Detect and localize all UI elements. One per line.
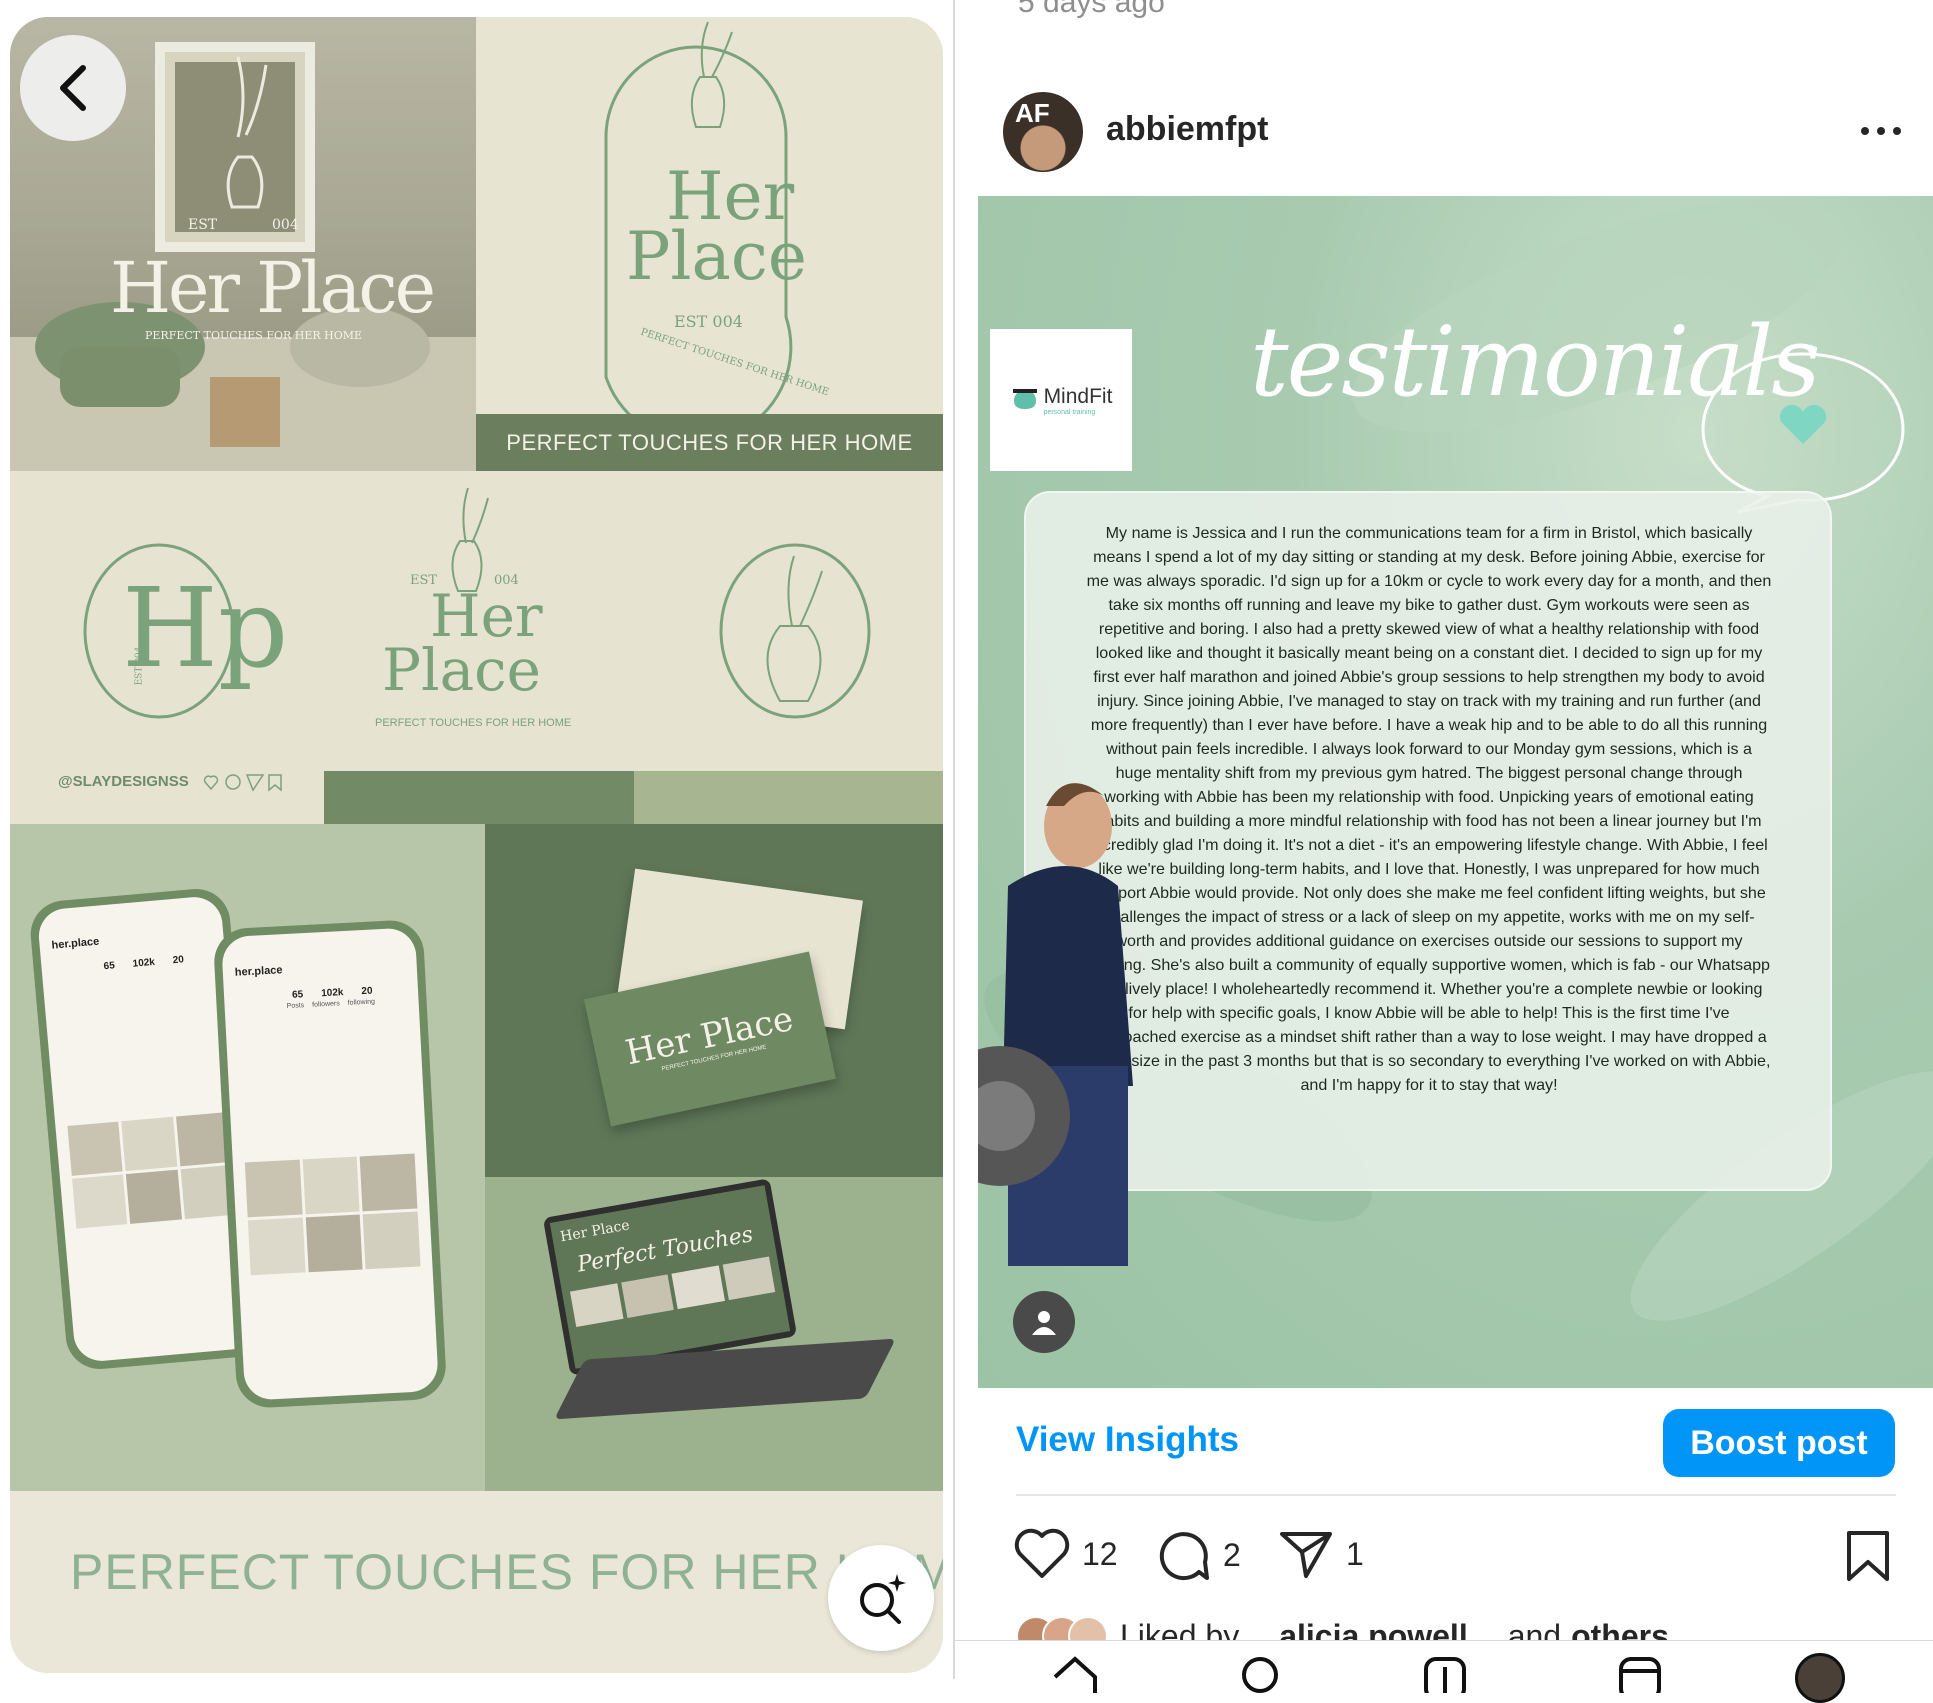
social-icons-row bbox=[203, 774, 282, 792]
send-icon[interactable] bbox=[1278, 1528, 1334, 1580]
create-icon[interactable] bbox=[1420, 1653, 1470, 1693]
monogram-est: EST 004 bbox=[134, 646, 145, 686]
mindfit-logo-text: MindFit bbox=[1043, 384, 1113, 408]
phone-front-following: 20 bbox=[361, 985, 373, 998]
phone-front-followers: 102k bbox=[320, 987, 344, 1000]
share-count[interactable]: 1 bbox=[1346, 1536, 1364, 1573]
testimonial-text: My name is Jessica and I run the communi… bbox=[1086, 524, 1772, 1094]
comment-icon[interactable] bbox=[1155, 1528, 1211, 1582]
design-preview-card[interactable]: EST 004 Her Place PERFECT TOUCHES FOR HE… bbox=[10, 17, 943, 1673]
phone-followers-label: followers bbox=[311, 1000, 340, 1009]
arch-brand-line2: Place bbox=[626, 218, 807, 295]
avatar-initials: AF bbox=[1015, 98, 1050, 128]
phone-front-posts: 65 bbox=[291, 989, 304, 1001]
phone-front-handle: her.place bbox=[234, 964, 283, 979]
actions-divider bbox=[1016, 1494, 1896, 1496]
svg-text:Hp: Hp bbox=[122, 564, 288, 692]
heart-icon[interactable] bbox=[1014, 1528, 1070, 1580]
phone-back-followers: 102k bbox=[132, 956, 156, 970]
logo-variations-tile: Hp EST 004 EST 004 Her Place PERFECT TOU… bbox=[10, 471, 943, 824]
arch-footer-band: PERFECT TOUCHES FOR HER HOME bbox=[476, 414, 943, 471]
back-button[interactable] bbox=[20, 35, 126, 141]
speech-bubble-heart-icon bbox=[1701, 352, 1905, 514]
like-action[interactable]: 12 bbox=[1014, 1528, 1118, 1580]
arch-footer-tagline: PERFECT TOUCHES FOR HER HOME bbox=[506, 429, 913, 455]
more-horizontal-icon[interactable] bbox=[1859, 116, 1903, 146]
room-brand-name: Her Place bbox=[110, 247, 436, 329]
logos-brand-line2: Place bbox=[382, 636, 541, 704]
share-action[interactable]: 1 bbox=[1278, 1528, 1364, 1580]
bookmark-icon[interactable] bbox=[1845, 1530, 1891, 1582]
visual-search-button[interactable] bbox=[828, 1545, 934, 1651]
phone-following-label: following bbox=[347, 998, 376, 1007]
phone-back-following: 20 bbox=[172, 954, 185, 967]
like-count[interactable]: 12 bbox=[1082, 1536, 1118, 1573]
mindfit-logo: MindFit personal training bbox=[990, 329, 1132, 471]
post-header: AF abbiemfpt bbox=[1003, 92, 1933, 174]
reels-icon[interactable] bbox=[1615, 1653, 1665, 1693]
tagline-banner: PERFECT TOUCHES FOR HER HOM bbox=[10, 1491, 943, 1673]
view-insights-link[interactable]: View Insights bbox=[1016, 1420, 1239, 1460]
room-est-label: EST bbox=[188, 217, 218, 233]
mindfit-logo-sub: personal training bbox=[1043, 408, 1096, 416]
search-icon[interactable] bbox=[1235, 1653, 1285, 1693]
avatar[interactable]: AF bbox=[1003, 92, 1083, 172]
business-card-tile: Her Place PERFECT TOUCHES FOR HER HOME bbox=[485, 824, 943, 1177]
tagged-user-button[interactable] bbox=[1013, 1291, 1075, 1353]
comment-action[interactable]: 2 bbox=[1155, 1528, 1241, 1582]
post-image[interactable]: MindFit personal training testimonials M… bbox=[978, 196, 1933, 1388]
phone-posts-label: Posts bbox=[286, 1002, 305, 1011]
laptop-mockup-tile: Her Place Perfect Touches bbox=[485, 1177, 943, 1491]
home-icon[interactable] bbox=[1050, 1653, 1100, 1693]
arch-logo-tile: Her Place EST 004 PERFECT TOUCHES FOR HE… bbox=[476, 17, 943, 471]
brain-logo-icon bbox=[1012, 389, 1037, 409]
phone-back-posts: 65 bbox=[103, 960, 116, 973]
chevron-left-icon bbox=[60, 65, 86, 111]
laptop-screen: Her Place Perfect Touches bbox=[542, 1178, 798, 1376]
bottom-navigation bbox=[955, 1640, 1933, 1703]
designer-handle: @SLAYDESIGNSS bbox=[58, 773, 189, 790]
username[interactable]: abbiemfpt bbox=[1106, 110, 1268, 149]
room-tagline: PERFECT TOUCHES FOR HER HOME bbox=[145, 329, 363, 342]
person-icon bbox=[1032, 1311, 1056, 1335]
logos-brand-line1: Her bbox=[430, 582, 543, 650]
woman-lifting-weight-photo bbox=[978, 783, 1133, 1266]
visual-search-icon bbox=[860, 1574, 906, 1624]
panel-divider bbox=[953, 0, 955, 1679]
phone-mockup-tile: her.place 65 102k 20 her.place 65 102k 2… bbox=[10, 824, 485, 1491]
profile-icon[interactable] bbox=[1795, 1653, 1845, 1703]
logos-tagline: PERFECT TOUCHES FOR HER HOME bbox=[375, 717, 572, 729]
phone-mockup-front: her.place 65 102k 20 Posts followers fol… bbox=[212, 918, 448, 1410]
post-timestamp: 5 days ago bbox=[1018, 0, 1165, 19]
boost-post-button[interactable]: Boost post bbox=[1663, 1409, 1895, 1477]
banner-text: PERFECT TOUCHES FOR HER HOM bbox=[70, 1544, 943, 1600]
phone-back-handle: her.place bbox=[51, 935, 100, 952]
arch-est: EST 004 bbox=[674, 312, 743, 331]
room-num-label: 004 bbox=[272, 217, 299, 233]
comment-count[interactable]: 2 bbox=[1223, 1537, 1241, 1574]
